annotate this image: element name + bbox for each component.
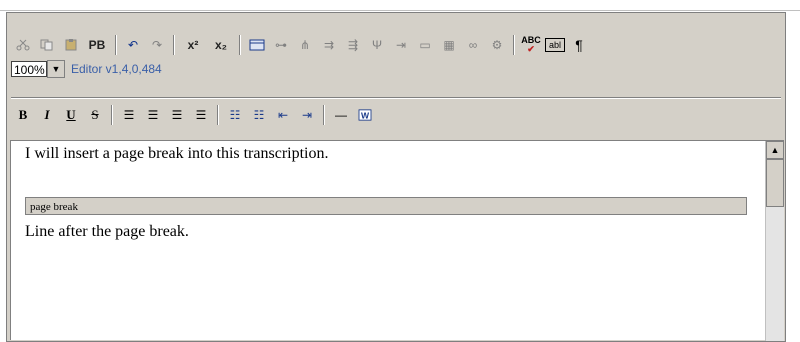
toolbar-separator xyxy=(173,35,175,55)
align-justify-icon[interactable]: ☰ xyxy=(191,105,211,125)
cell-properties-icon[interactable]: ▭ xyxy=(415,35,435,55)
subscript-button[interactable]: x₂ xyxy=(209,35,233,55)
toolbar-separator xyxy=(323,105,325,125)
editor-version: Editor v1,4,0,484 xyxy=(71,62,162,76)
chevron-down-icon[interactable]: ▼ xyxy=(47,60,65,78)
page-break-marker[interactable]: page break xyxy=(25,197,747,215)
outdent-icon[interactable]: ⇤ xyxy=(273,105,293,125)
indent-icon[interactable]: ⇥ xyxy=(297,105,317,125)
align-right-icon[interactable]: ☰ xyxy=(167,105,187,125)
insert-column-right-icon[interactable]: ⇶ xyxy=(343,35,363,55)
underline-button[interactable]: U xyxy=(61,105,81,125)
superscript-button[interactable]: x² xyxy=(181,35,205,55)
merge-cell-icon[interactable]: Ψ xyxy=(367,35,387,55)
numbered-list-icon[interactable]: ☷ xyxy=(249,105,269,125)
insert-column-left-icon[interactable]: ⇉ xyxy=(319,35,339,55)
word-paste-icon[interactable]: W xyxy=(355,105,375,125)
cut-icon[interactable] xyxy=(13,35,33,55)
align-left-icon[interactable]: ☰ xyxy=(119,105,139,125)
undo-icon[interactable]: ↶ xyxy=(123,35,143,55)
paste-icon[interactable] xyxy=(61,35,81,55)
toolbar-divider xyxy=(11,97,781,99)
vertical-scrollbar[interactable]: ▲ xyxy=(765,141,784,341)
align-center-icon[interactable]: ☰ xyxy=(143,105,163,125)
scroll-up-icon[interactable]: ▲ xyxy=(766,141,784,159)
top-border xyxy=(0,0,800,11)
italic-button[interactable]: I xyxy=(37,105,57,125)
insert-row-icon[interactable]: ⊶ xyxy=(271,35,291,55)
toolbar-row-3: B I U S ☰ ☰ ☰ ☰ ☷ ☷ ⇤ ⇥ — W xyxy=(11,103,781,127)
spellcheck-icon[interactable]: ABC ✔ xyxy=(521,35,541,55)
zoom-value: 100% xyxy=(11,61,47,77)
text-line-1[interactable]: I will insert a page break into this tra… xyxy=(25,145,328,163)
horizontal-rule-icon[interactable]: — xyxy=(331,105,351,125)
strikethrough-button[interactable]: S xyxy=(85,105,105,125)
text-line-2[interactable]: Line after the page break. xyxy=(25,223,189,241)
table-properties-icon[interactable]: ▦ xyxy=(439,35,459,55)
toolbar-separator xyxy=(111,105,113,125)
delete-column-icon[interactable]: ⇥ xyxy=(391,35,411,55)
redo-icon[interactable]: ↷ xyxy=(147,35,167,55)
toolbar-separator xyxy=(239,35,241,55)
bullet-list-icon[interactable]: ☷ xyxy=(225,105,245,125)
link-icon[interactable]: ∞ xyxy=(463,35,483,55)
bold-button[interactable]: B xyxy=(13,105,33,125)
check-mark-icon: ✔ xyxy=(527,44,535,54)
svg-text:W: W xyxy=(361,110,370,120)
show-formatting-icon[interactable]: ¶ xyxy=(569,35,589,55)
split-cell-icon[interactable]: ⋔ xyxy=(295,35,315,55)
toolbar-row-1: PB ↶ ↷ x² x₂ ⊶ ⋔ ⇉ ⇶ Ψ ⇥ ▭ ▦ ∞ ⚙ ABC ✔ a… xyxy=(11,33,781,57)
zoom-select[interactable]: 100% ▼ xyxy=(11,60,65,78)
copy-icon[interactable] xyxy=(37,35,57,55)
toolbar-separator xyxy=(513,35,515,55)
scroll-thumb[interactable] xyxy=(766,159,784,207)
form-field-icon[interactable]: abl xyxy=(545,38,565,52)
toolbar-separator xyxy=(115,35,117,55)
editor-content-area[interactable]: I will insert a page break into this tra… xyxy=(10,140,784,341)
page-break-button[interactable]: PB xyxy=(85,35,109,55)
toolbar-separator xyxy=(217,105,219,125)
toolbar-row-2: 100% ▼ Editor v1,4,0,484 xyxy=(11,59,781,79)
table-icon[interactable] xyxy=(247,35,267,55)
settings-icon[interactable]: ⚙ xyxy=(487,35,507,55)
